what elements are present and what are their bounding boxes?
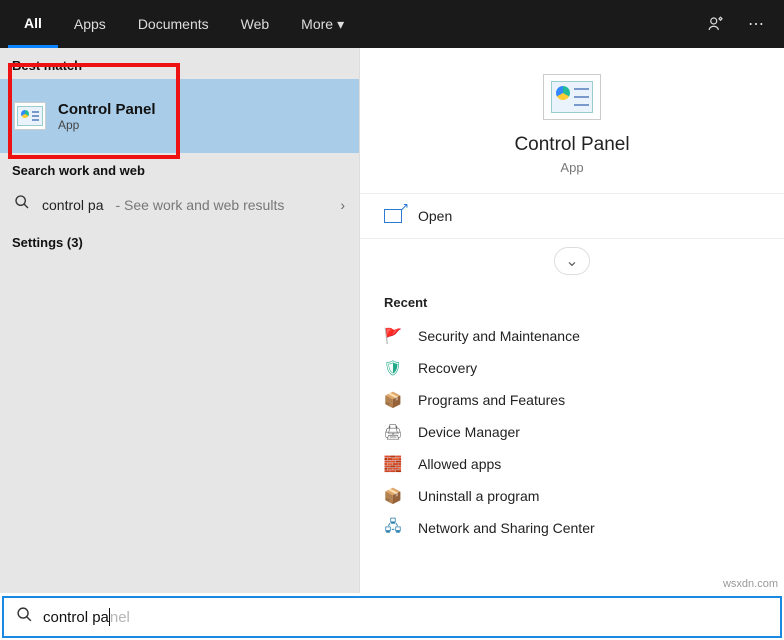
tab-web[interactable]: Web [225, 0, 286, 48]
expand-button[interactable]: ⌄ [554, 247, 590, 275]
preview-subtitle: App [560, 160, 583, 175]
search-web-query: control pa [42, 197, 103, 213]
recent-item[interactable]: 🛡 Recovery [384, 352, 760, 384]
preview-panel: Control Panel App Open ⌄ Recent 🚩 Securit… [360, 48, 784, 593]
preview-app-icon [543, 74, 601, 120]
chevron-right-icon: › [340, 197, 345, 213]
recent-item-label: Programs and Features [418, 392, 565, 408]
recent-item-label: Network and Sharing Center [418, 520, 595, 536]
search-typed-text: control pa [43, 609, 109, 626]
best-match-subtitle: App [58, 118, 156, 132]
search-bar[interactable]: control panel [2, 596, 782, 638]
recent-item[interactable]: 📦 Programs and Features [384, 384, 760, 416]
chevron-down-icon: ▾ [337, 16, 344, 33]
search-icon [14, 194, 30, 215]
tab-more[interactable]: More ▾ [285, 0, 360, 48]
open-icon [384, 209, 402, 223]
search-web-row[interactable]: control pa - See work and web results › [0, 184, 359, 225]
recent-item[interactable]: 🚩 Security and Maintenance [384, 320, 760, 352]
search-web-hint: - See work and web results [115, 197, 284, 213]
recent-item[interactable]: 🖧 Network and Sharing Center [384, 512, 760, 544]
tab-apps[interactable]: Apps [58, 0, 122, 48]
recent-item[interactable]: 🧱 Allowed apps [384, 448, 760, 480]
recent-item[interactable]: 📦 Uninstall a program [384, 480, 760, 512]
settings-header[interactable]: Settings (3) [0, 225, 359, 256]
best-match-header: Best match [0, 48, 359, 79]
recent-item[interactable]: 🖨 Device Manager [384, 416, 760, 448]
search-web-header: Search work and web [0, 153, 359, 184]
open-label: Open [418, 208, 452, 224]
recent-item-icon: 📦 [384, 487, 402, 505]
tab-all[interactable]: All [8, 0, 58, 48]
recent-item-icon: 🖧 [384, 519, 402, 537]
recent-item-icon: 🛡 [384, 359, 402, 377]
feedback-icon[interactable] [696, 0, 736, 48]
recent-item-label: Allowed apps [418, 456, 501, 472]
recent-header: Recent [384, 295, 760, 310]
preview-title: Control Panel [514, 134, 629, 156]
recent-item-label: Security and Maintenance [418, 328, 580, 344]
recent-item-icon: 🖨 [384, 423, 402, 441]
search-icon [16, 606, 33, 628]
search-input[interactable]: control panel [43, 608, 130, 626]
best-match-item[interactable]: Control Panel App [0, 79, 359, 153]
recent-item-icon: 🚩 [384, 327, 402, 345]
open-button[interactable]: Open [360, 194, 784, 239]
chevron-down-icon: ⌄ [565, 251, 578, 271]
recent-item-label: Uninstall a program [418, 488, 539, 504]
more-options-icon[interactable]: ⋯ [736, 0, 776, 48]
tab-more-label: More [301, 16, 333, 32]
recent-item-label: Recovery [418, 360, 477, 376]
control-panel-icon [14, 102, 46, 130]
recent-item-icon: 🧱 [384, 455, 402, 473]
search-ghost-text: nel [110, 609, 130, 626]
recent-item-icon: 📦 [384, 391, 402, 409]
best-match-title: Control Panel [58, 101, 156, 118]
filter-tabs: All Apps Documents Web More ▾ ⋯ [0, 0, 784, 48]
tab-documents[interactable]: Documents [122, 0, 225, 48]
results-panel: Best match Control Panel App Search work… [0, 48, 360, 593]
watermark: wsxdn.com [723, 578, 778, 590]
recent-item-label: Device Manager [418, 424, 520, 440]
